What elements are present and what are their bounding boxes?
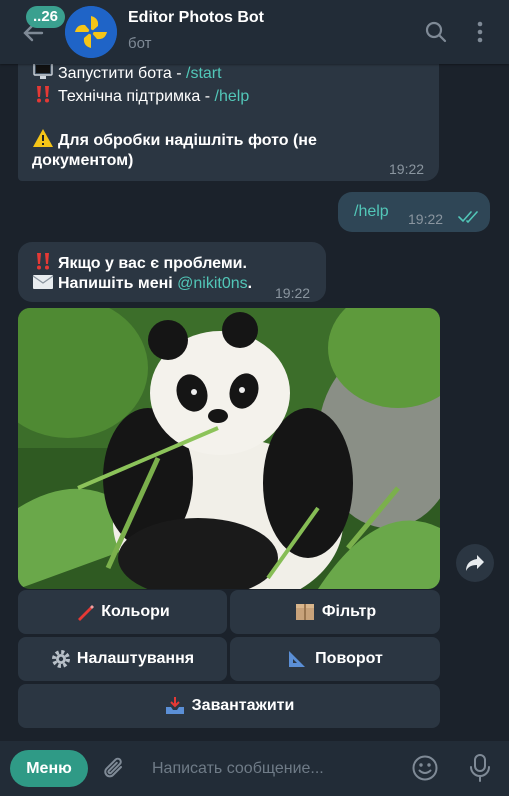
- contact-end: .: [247, 275, 253, 292]
- message-time: 19:22: [389, 161, 425, 177]
- pinwheel-logo-icon: [65, 6, 117, 58]
- computer-icon: [33, 62, 53, 79]
- photo-note-text-1: Для обробки надішліть фото (не: [58, 132, 317, 149]
- message-composer: Меню: [0, 741, 509, 796]
- search-button[interactable]: [424, 20, 448, 49]
- photo-note-line: Для обробки надішліть фото (не: [32, 128, 317, 152]
- start-label: Запустити бота -: [58, 65, 186, 82]
- user-message-help: /help 19:22: [338, 192, 490, 232]
- message-time: 19:22: [408, 211, 444, 227]
- settings-button[interactable]: Налаштування: [18, 637, 227, 681]
- double-check-icon: [458, 211, 478, 224]
- start-command-link[interactable]: /start: [186, 65, 222, 82]
- bot-message-problems: Якщо у вас є проблеми. Напишіть мені @ni…: [18, 242, 326, 302]
- start-line: Запустити бота - /start: [32, 61, 222, 85]
- bot-avatar[interactable]: [65, 6, 117, 58]
- help-label: Технічна підтримка -: [58, 88, 215, 105]
- photo-note-text-2: документом): [32, 152, 134, 169]
- username-mention-link[interactable]: @nikit0ns: [177, 275, 248, 292]
- panda-image: [18, 308, 440, 589]
- rotate-button[interactable]: Поворот: [230, 637, 440, 681]
- settings-label: Налаштування: [76, 650, 195, 667]
- paperclip-icon: [104, 757, 122, 778]
- more-vertical-icon: [477, 21, 483, 43]
- chat-subtitle: бот: [128, 35, 152, 52]
- colors-label: Кольори: [101, 603, 170, 620]
- voice-button[interactable]: [468, 753, 492, 788]
- menu-button[interactable]: Меню: [10, 750, 88, 787]
- double-exclamation-icon: [37, 253, 49, 270]
- envelope-icon: [32, 275, 54, 289]
- inbox-tray-icon: [165, 697, 184, 714]
- help-line: Технічна підтримка - /help: [32, 84, 249, 108]
- share-arrow-icon: [466, 555, 484, 571]
- problems-line: Якщо у вас є проблеми.: [32, 251, 247, 275]
- search-icon: [425, 21, 447, 43]
- microphone-icon: [470, 754, 490, 782]
- contact-line: Напишіть мені @nikit0ns.: [32, 273, 252, 295]
- emoji-smile-icon: [412, 755, 438, 781]
- download-button[interactable]: Завантажити: [18, 684, 440, 728]
- gear-icon: [51, 650, 70, 668]
- download-label: Завантажити: [191, 697, 295, 714]
- message-time: 19:22: [275, 285, 311, 301]
- crayon-icon: [78, 605, 95, 621]
- message-input[interactable]: [140, 753, 390, 785]
- more-options-button[interactable]: [470, 20, 490, 49]
- attach-button[interactable]: [102, 756, 128, 787]
- chat-header: ..26 Editor Photos Bot бот: [0, 0, 509, 64]
- help-command-link[interactable]: /help: [215, 88, 250, 105]
- unread-count-badge: ..26: [26, 6, 66, 28]
- share-button[interactable]: [456, 544, 494, 582]
- filter-button[interactable]: Фільтр: [230, 590, 440, 634]
- panda-photo[interactable]: [18, 308, 440, 589]
- box-icon: [295, 604, 314, 620]
- rotate-label: Поворот: [315, 650, 383, 667]
- double-exclamation-icon: [37, 86, 49, 103]
- chat-title[interactable]: Editor Photos Bot: [128, 9, 264, 27]
- colors-button[interactable]: Кольори: [18, 590, 227, 634]
- emoji-button[interactable]: [411, 754, 439, 787]
- warning-icon: [33, 129, 53, 147]
- filter-label: Фільтр: [321, 603, 377, 620]
- triangle-ruler-icon: [289, 651, 306, 667]
- problems-text: Якщо у вас є проблеми.: [58, 255, 247, 272]
- contact-text: Напишіть мені: [58, 275, 178, 292]
- help-command-text[interactable]: /help: [354, 201, 389, 223]
